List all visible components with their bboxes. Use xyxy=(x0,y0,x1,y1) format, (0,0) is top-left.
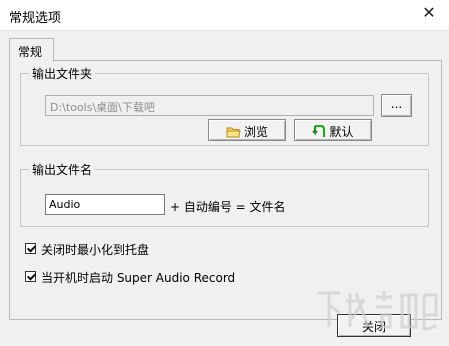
watermark-logo xyxy=(318,291,438,331)
tab-general[interactable]: 常规 xyxy=(9,38,54,62)
default-button-content: 默认 xyxy=(295,123,371,140)
launch-at-startup-label: 当开机时启动 Super Audio Record xyxy=(41,271,236,285)
minimize-to-tray-checkbox[interactable] xyxy=(25,243,36,254)
browse-dots-label: ... xyxy=(390,97,403,111)
minimize-to-tray-label: 关闭时最小化到托盘 xyxy=(41,243,150,257)
browse-dots-button[interactable]: ... xyxy=(381,94,412,117)
browse-button[interactable]: 浏览 xyxy=(208,119,286,141)
browse-label: 浏览 xyxy=(243,125,268,139)
window-title: 常规选项 xyxy=(9,11,62,26)
undo-arrow-icon xyxy=(312,124,326,137)
output-filename-label: 输出文件名 xyxy=(29,161,96,178)
output-folder-label: 输出文件夹 xyxy=(29,65,96,82)
filename-input[interactable]: Audio xyxy=(45,194,165,215)
title-bar: 常规选项 ✕ xyxy=(0,0,449,31)
tab-panel: 输出文件夹 D:\tools\桌面\下载吧 ... 浏览 默认 输出文件名 Au… xyxy=(9,60,442,320)
folder-icon xyxy=(226,127,241,138)
default-button[interactable]: 默认 xyxy=(294,119,372,141)
filename-suffix-text: + 自动编号 = 文件名 xyxy=(170,200,286,214)
tab-general-label: 常规 xyxy=(18,45,43,59)
browse-button-content: 浏览 xyxy=(209,123,285,140)
output-folder-path-field[interactable]: D:\tools\桌面\下载吧 xyxy=(45,95,374,116)
launch-at-startup-checkbox[interactable] xyxy=(25,271,36,282)
close-icon[interactable]: ✕ xyxy=(419,5,439,21)
default-label: 默认 xyxy=(329,125,354,139)
